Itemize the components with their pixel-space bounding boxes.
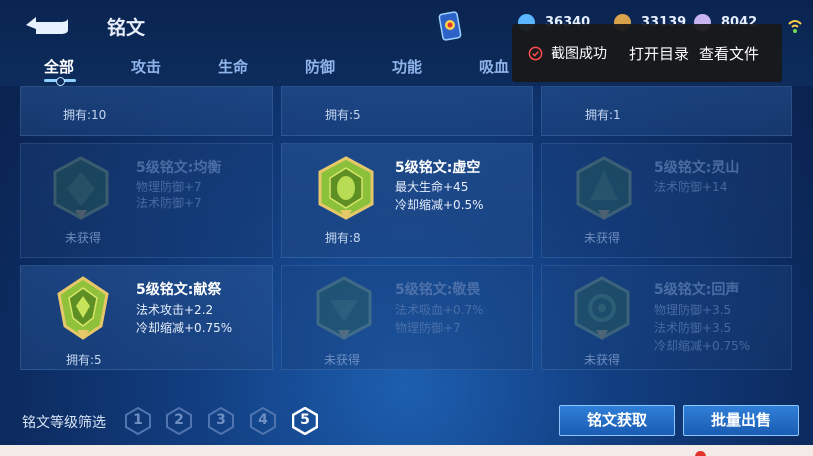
- inscription-gem-icon: [574, 276, 630, 340]
- view-file-button[interactable]: 查看文件: [699, 43, 759, 64]
- level-filter-1[interactable]: 1: [125, 406, 151, 436]
- inscription-card[interactable]: 拥有:1: [541, 86, 792, 136]
- level-filter-4[interactable]: 4: [250, 406, 276, 436]
- inscription-card[interactable]: 5级铭文:虚空 最大生命+45 冷却缩减+0.5% 拥有:8: [281, 143, 533, 258]
- level-filter-label: 铭文等级筛选: [22, 415, 106, 431]
- inscription-card[interactable]: 5级铭文:敬畏 法术吸血+0.7% 物理防御+7 未获得: [281, 265, 533, 370]
- inscription-card[interactable]: 拥有:10: [20, 86, 273, 136]
- level-number: 1: [133, 412, 143, 428]
- inscription-screen: 铭文 36340 33139 8042 全部 攻击 生命 防御 功能 吸血 拥有…: [0, 0, 813, 456]
- tab-utility[interactable]: 功能: [392, 56, 422, 77]
- inscription-stat: 物理防御+7: [395, 321, 461, 335]
- tab-all[interactable]: 全部: [44, 56, 74, 77]
- inscription-gem-icon: [318, 156, 374, 220]
- unowned-status: 未获得: [324, 353, 361, 367]
- inscription-name: 5级铭文:回声: [654, 282, 740, 298]
- inscription-stat: 冷却缩减+0.75%: [136, 321, 233, 335]
- inscription-stat: 物理防御+3.5: [654, 303, 732, 317]
- inscription-stat: 法术防御+7: [136, 196, 202, 210]
- notification-dot: [695, 451, 706, 456]
- inscription-book-icon[interactable]: [438, 10, 464, 42]
- inscription-card[interactable]: 5级铭文:灵山 法术防御+14 未获得: [541, 143, 792, 258]
- unowned-status: 未获得: [584, 231, 621, 245]
- owned-count: 拥有:5: [66, 353, 102, 367]
- inscription-card[interactable]: 拥有:5: [281, 86, 533, 136]
- toast-message: 截图成功: [551, 46, 607, 62]
- bulk-sell-button[interactable]: 批量出售: [683, 405, 799, 436]
- inscription-name: 5级铭文:献祭: [136, 282, 222, 298]
- inscription-stat: 法术防御+14: [654, 180, 728, 194]
- wifi-icon: [788, 20, 802, 33]
- inscription-gem-icon: [316, 276, 372, 340]
- tab-defense[interactable]: 防御: [305, 56, 335, 77]
- unowned-status: 未获得: [584, 353, 621, 367]
- unowned-status: 未获得: [65, 231, 102, 245]
- inscription-name: 5级铭文:虚空: [395, 160, 481, 176]
- inscription-card[interactable]: 5级铭文:均衡 物理防御+7 法术防御+7 未获得: [20, 143, 273, 258]
- active-tab-indicator: [44, 77, 76, 86]
- footer-strip: [0, 445, 813, 456]
- inscription-name: 5级铭文:均衡: [136, 160, 222, 176]
- inscription-stat: 法术攻击+2.2: [136, 303, 214, 317]
- back-arrow-icon[interactable]: [22, 12, 72, 38]
- bottom-bar: 铭文等级筛选 1 2 3 4 5 铭文获取 批量出售: [0, 395, 813, 445]
- inscription-name: 5级铭文:灵山: [654, 160, 740, 176]
- inscription-card[interactable]: 5级铭文:献祭 法术攻击+2.2 冷却缩减+0.75% 拥有:5: [20, 265, 273, 370]
- check-circle-icon: [528, 46, 543, 60]
- inscription-stat: 最大生命+45: [395, 180, 469, 194]
- tab-attack[interactable]: 攻击: [131, 56, 161, 77]
- level-filter-2[interactable]: 2: [166, 406, 192, 436]
- inscription-stat: 冷却缩减+0.75%: [654, 339, 751, 353]
- level-number: 2: [174, 412, 184, 428]
- inscription-stat: 法术防御+3.5: [654, 321, 732, 335]
- tab-lifesteal[interactable]: 吸血: [479, 56, 509, 77]
- level-filter-5[interactable]: 5: [291, 406, 319, 436]
- inscription-stat: 法术吸血+0.7%: [395, 303, 484, 317]
- screenshot-toast: 截图成功 打开目录 查看文件: [512, 24, 782, 82]
- inscription-gem-icon: [53, 156, 109, 220]
- level-number: 5: [300, 412, 310, 428]
- level-number: 4: [258, 412, 268, 428]
- inscription-name: 5级铭文:敬畏: [395, 282, 481, 298]
- level-filter-3[interactable]: 3: [208, 406, 234, 436]
- owned-count: 拥有:1: [585, 108, 621, 122]
- inscription-gem-icon: [576, 156, 632, 220]
- level-number: 3: [216, 412, 226, 428]
- inscription-gem-icon: [57, 276, 109, 340]
- page-title: 铭文: [107, 17, 146, 39]
- acquire-inscription-button[interactable]: 铭文获取: [559, 405, 675, 436]
- open-folder-button[interactable]: 打开目录: [629, 43, 689, 64]
- owned-count: 拥有:8: [325, 231, 361, 245]
- owned-count: 拥有:10: [63, 108, 107, 122]
- owned-count: 拥有:5: [325, 108, 361, 122]
- inscription-stat: 冷却缩减+0.5%: [395, 198, 484, 212]
- tab-health[interactable]: 生命: [218, 56, 248, 77]
- inscription-card[interactable]: 5级铭文:回声 物理防御+3.5 法术防御+3.5 冷却缩减+0.75% 未获得: [541, 265, 792, 370]
- inscription-stat: 物理防御+7: [136, 180, 202, 194]
